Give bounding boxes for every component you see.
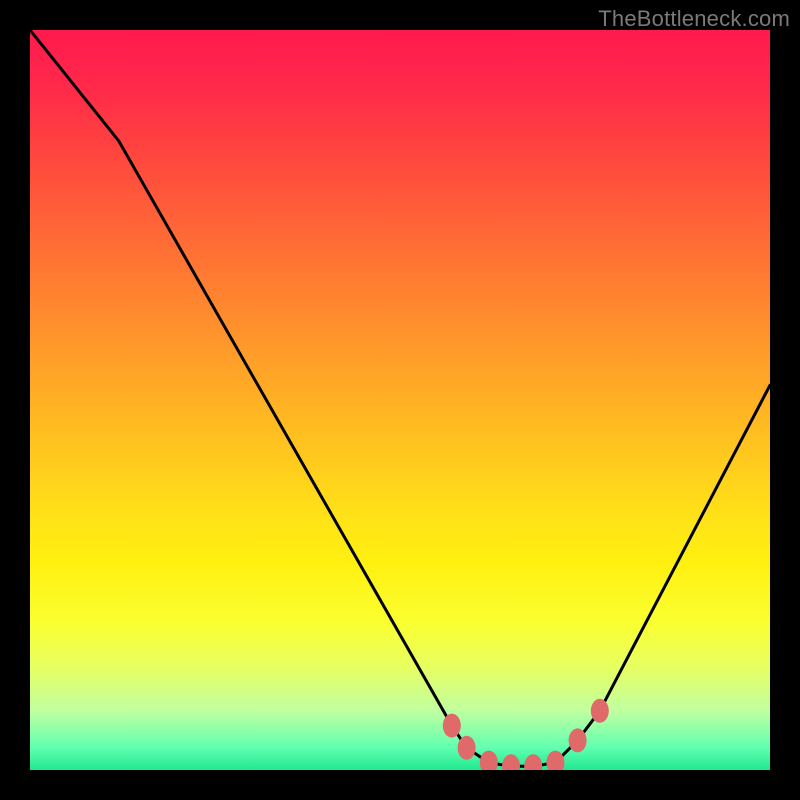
marker-dot xyxy=(546,751,564,770)
marker-group xyxy=(443,699,609,770)
marker-dot xyxy=(458,736,476,760)
marker-dot xyxy=(443,714,461,738)
marker-dot xyxy=(502,754,520,770)
watermark-text: TheBottleneck.com xyxy=(598,6,790,32)
chart-svg xyxy=(30,30,770,770)
chart-frame: TheBottleneck.com xyxy=(0,0,800,800)
marker-dot xyxy=(569,728,587,752)
marker-dot xyxy=(524,754,542,770)
marker-dot xyxy=(591,699,609,723)
bottleneck-curve-line xyxy=(30,30,770,766)
chart-plot-area xyxy=(30,30,770,770)
marker-dot xyxy=(480,751,498,770)
